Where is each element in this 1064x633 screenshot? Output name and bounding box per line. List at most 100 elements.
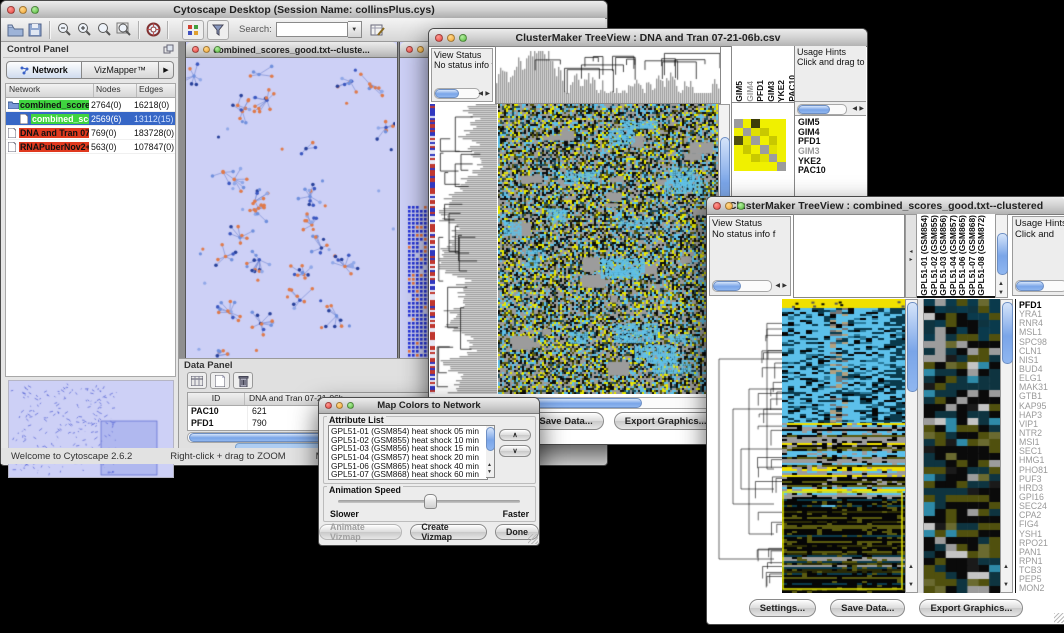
resize-grip[interactable] xyxy=(1054,613,1064,623)
network-table-row[interactable]: DNA and Tran 07769(0)183728(0) xyxy=(6,126,175,140)
search-dropdown-arrow-icon[interactable]: ▼ xyxy=(348,21,362,38)
detail-heatmap-cell[interactable] xyxy=(777,136,786,145)
open-file-icon[interactable] xyxy=(5,21,25,39)
tv1-global-heatmap[interactable] xyxy=(498,104,718,394)
tv2-detail-heatmap[interactable] xyxy=(924,299,1000,593)
scroll-up-icon[interactable]: ▲ xyxy=(998,281,1004,287)
detail-heatmap-cell[interactable] xyxy=(769,162,778,171)
move-attribute-down-button[interactable]: ∨ xyxy=(499,445,531,457)
detail-heatmap-cell[interactable] xyxy=(734,162,743,171)
detail-heatmap-cell[interactable] xyxy=(777,162,786,171)
minimize-button[interactable] xyxy=(725,202,733,210)
detail-heatmap-cell[interactable] xyxy=(743,162,752,171)
export-graphics-button[interactable]: Export Graphics... xyxy=(919,599,1023,617)
column-label[interactable]: PFD1 xyxy=(756,80,765,102)
detail-heatmap-cell[interactable] xyxy=(769,154,778,163)
detail-heatmap-cell[interactable] xyxy=(751,119,760,128)
network-view-1-titlebar[interactable]: combined_scores_good.txt--cluste... xyxy=(186,42,397,58)
detail-heatmap-cell[interactable] xyxy=(760,162,769,171)
detail-heatmap-cell[interactable] xyxy=(751,154,760,163)
network-table-row[interactable]: combined_scores2764(0)16218(0) xyxy=(6,98,175,112)
minimize-button[interactable] xyxy=(417,46,424,53)
tv2-splitter[interactable]: ◂▸ xyxy=(905,214,917,298)
zoom-selected-icon[interactable] xyxy=(94,21,114,39)
column-label[interactable]: GPL51-01 (GSM854) xyxy=(920,215,929,296)
detail-heatmap-cell[interactable] xyxy=(760,136,769,145)
detail-heatmap-cell[interactable] xyxy=(760,128,769,137)
column-label[interactable]: GIM3 xyxy=(767,81,776,102)
gene-label[interactable]: MON2 xyxy=(1019,584,1064,593)
attribute-list-vscrollbar[interactable]: ▲ ▼ xyxy=(486,425,495,478)
main-titlebar[interactable]: Cytoscape Desktop (Session Name: collins… xyxy=(1,1,607,19)
tv2-detail-vscrollbar[interactable]: ▲ ▼ xyxy=(1000,299,1013,593)
tv2-status-hscrollbar[interactable] xyxy=(712,280,772,292)
detail-heatmap-cell[interactable] xyxy=(769,128,778,137)
scroll-left-icon[interactable]: ◀ xyxy=(775,283,780,289)
tv1-usage-hscrollbar[interactable] xyxy=(797,104,847,115)
tab-network[interactable]: Network xyxy=(6,61,82,79)
attribute-list[interactable]: GPL51-01 (GSM854) heat shock 05 minGPL51… xyxy=(328,425,488,480)
save-icon[interactable] xyxy=(25,21,45,39)
network-canvas-scatter[interactable] xyxy=(186,58,395,358)
network-table-row[interactable]: RNAPuberNov2+563(0)107847(0) xyxy=(6,140,175,154)
detail-heatmap-cell[interactable] xyxy=(777,154,786,163)
scrollbar-thumb[interactable] xyxy=(1002,302,1013,364)
detail-heatmap-cell[interactable] xyxy=(769,145,778,154)
animate-vizmap-button[interactable]: Animate Vizmap xyxy=(319,524,402,540)
detail-heatmap-cell[interactable] xyxy=(734,145,743,154)
zoom-button[interactable] xyxy=(459,34,467,42)
detail-heatmap-cell[interactable] xyxy=(751,128,760,137)
detail-heatmap-cell[interactable] xyxy=(769,119,778,128)
delete-attribute-icon[interactable] xyxy=(233,372,253,389)
filter-icon[interactable] xyxy=(207,20,229,40)
scrollbar-thumb[interactable] xyxy=(997,233,1008,275)
scroll-right-icon[interactable]: ▶ xyxy=(782,283,787,289)
close-button[interactable] xyxy=(435,34,443,42)
detail-heatmap-cell[interactable] xyxy=(777,128,786,137)
close-button[interactable] xyxy=(406,46,413,53)
detail-heatmap-cell[interactable] xyxy=(734,154,743,163)
scroll-down-icon[interactable]: ▼ xyxy=(998,290,1004,296)
row-label[interactable]: PAC10 xyxy=(798,166,866,176)
save-data-button[interactable]: Save Data... xyxy=(830,599,905,617)
close-button[interactable] xyxy=(192,46,199,53)
scrollbar-thumb[interactable] xyxy=(486,427,495,451)
attribute-table-icon[interactable] xyxy=(187,372,207,389)
scrollbar-thumb[interactable] xyxy=(907,302,918,392)
splitter-left-icon[interactable]: ◂ xyxy=(909,249,912,255)
detail-heatmap-cell[interactable] xyxy=(769,136,778,145)
treeview1-titlebar[interactable]: ClusterMaker TreeView : DNA and Tran 07-… xyxy=(429,29,867,47)
zoom-in-icon[interactable] xyxy=(74,21,94,39)
detail-heatmap-cell[interactable] xyxy=(743,145,752,154)
scroll-down-icon[interactable]: ▼ xyxy=(487,470,492,475)
tv1-status-hscrollbar[interactable] xyxy=(434,88,480,99)
column-label[interactable]: GIM4 xyxy=(746,81,755,102)
zoom-button[interactable] xyxy=(737,202,745,210)
column-label[interactable]: GPL51-08 (GSM872) xyxy=(977,215,986,296)
detail-heatmap-cell[interactable] xyxy=(751,145,760,154)
column-label[interactable]: GPL51-03 (GSM856) xyxy=(939,215,948,296)
detail-heatmap-cell[interactable] xyxy=(751,162,760,171)
tv2-heatmap-vscrollbar[interactable]: ▲ ▼ xyxy=(905,299,918,593)
tv2-usage-hscrollbar[interactable] xyxy=(1015,280,1064,292)
scroll-right-icon[interactable]: ▶ xyxy=(485,91,490,97)
scroll-left-icon[interactable]: ◀ xyxy=(478,91,483,97)
create-vizmap-button[interactable]: Create Vizmap xyxy=(410,524,487,540)
vizmapper-icon[interactable] xyxy=(182,20,204,40)
detail-heatmap-cell[interactable] xyxy=(760,154,769,163)
close-button[interactable] xyxy=(325,402,332,409)
column-label[interactable]: YKE2 xyxy=(777,80,786,102)
column-label[interactable]: GPL51-07 (GSM868) xyxy=(968,215,977,296)
zoom-button[interactable] xyxy=(347,402,354,409)
detail-heatmap-cell[interactable] xyxy=(734,128,743,137)
detail-heatmap-cell[interactable] xyxy=(777,119,786,128)
zoom-fit-icon[interactable] xyxy=(114,21,134,39)
detail-heatmap-cell[interactable] xyxy=(760,119,769,128)
tab-vizmapper[interactable]: VizMapper™ xyxy=(82,61,159,79)
detail-heatmap-cell[interactable] xyxy=(743,154,752,163)
attribute-list-item[interactable]: GPL51-07 (GSM868) heat shock 60 min xyxy=(331,470,487,479)
col-header-edges[interactable]: Edges xyxy=(137,84,175,97)
new-attribute-icon[interactable] xyxy=(210,372,230,389)
minimize-button[interactable] xyxy=(19,6,27,14)
tv1-detail-heatmap[interactable] xyxy=(734,119,786,171)
